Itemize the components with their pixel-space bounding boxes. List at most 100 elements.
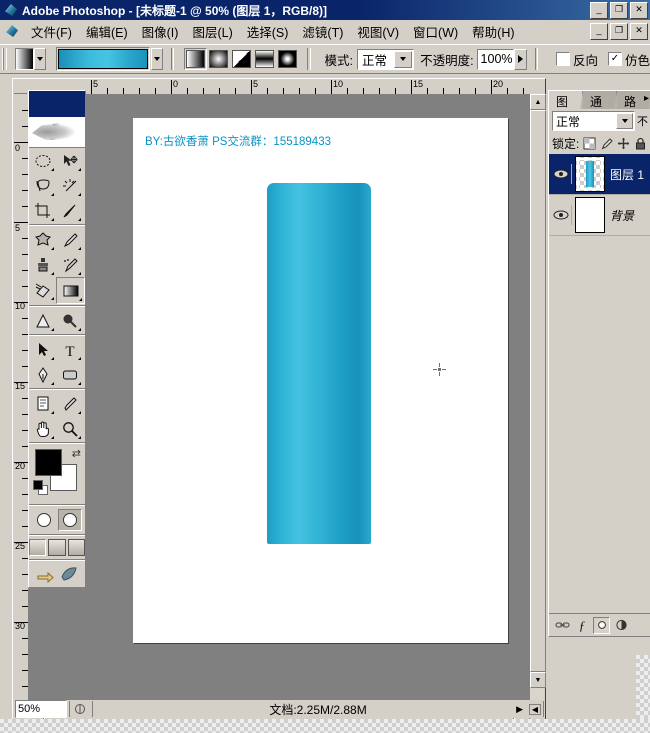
gradient-preset-picker[interactable] (56, 47, 151, 71)
blur-tool[interactable] (29, 308, 56, 333)
healing-brush-tool[interactable] (29, 227, 56, 252)
dither-checkbox[interactable]: ✓ (608, 52, 622, 66)
path-selection-tool[interactable] (29, 337, 56, 362)
preview-proxy-icon[interactable] (69, 701, 90, 717)
eraser-tool[interactable] (29, 277, 56, 302)
gradient-preview-swatch[interactable] (58, 49, 149, 69)
menu-item-help[interactable]: 帮助(H) (465, 20, 521, 43)
current-tool-icon[interactable] (15, 48, 35, 70)
vertical-ruler[interactable]: 0 5 10 15 20 25 30 35 (14, 94, 29, 704)
standard-screen-mode-button[interactable] (29, 539, 47, 556)
photoshop-leaf-icon[interactable] (59, 565, 79, 583)
eyedropper-tool[interactable] (56, 391, 83, 416)
opacity-slider-button[interactable] (513, 48, 527, 70)
zoom-level-input[interactable]: 50% (15, 700, 67, 718)
lock-all-icon[interactable] (634, 137, 647, 150)
jump-to-imageready-icon[interactable] (36, 565, 56, 584)
reverse-checkbox[interactable] (555, 52, 570, 66)
layer-blend-chevron-down-icon[interactable] (616, 113, 633, 129)
foreground-color-swatch[interactable] (35, 449, 62, 476)
menu-item-filter[interactable]: 滤镜(T) (295, 20, 350, 43)
full-screen-menubar-mode-button[interactable] (48, 539, 66, 556)
shape-tool[interactable] (56, 362, 83, 387)
slice-tool[interactable] (56, 198, 83, 223)
tab-channels[interactable]: 通道 (583, 91, 617, 109)
reverse-checkbox-row[interactable]: 反向 (555, 50, 598, 69)
brush-tool[interactable] (56, 227, 83, 252)
menu-item-select[interactable]: 选择(S) (240, 20, 296, 43)
quick-mask-mode-button[interactable] (58, 509, 82, 531)
menu-item-edit[interactable]: 编辑(E) (79, 20, 135, 43)
lock-position-icon[interactable] (617, 137, 630, 150)
table-row[interactable]: 图层 1 (549, 154, 650, 195)
marquee-tool[interactable] (29, 148, 56, 173)
options-bar-gripper[interactable] (2, 48, 8, 70)
table-row[interactable]: 背景 (549, 195, 650, 236)
layer-name[interactable]: 图层 1 (610, 166, 644, 183)
lasso-tool[interactable] (29, 173, 56, 198)
dodge-tool[interactable] (56, 308, 83, 333)
layer-name[interactable]: 背景 (610, 207, 634, 224)
full-screen-mode-button[interactable] (67, 539, 85, 556)
new-group-button[interactable] (614, 618, 629, 633)
menu-item-layer[interactable]: 图层(L) (185, 20, 239, 43)
default-colors-icon[interactable] (33, 480, 48, 495)
reflected-gradient-button[interactable] (253, 48, 277, 70)
layer-thumbnail[interactable] (575, 156, 605, 192)
tab-layers[interactable]: 图层 (549, 91, 583, 109)
layer-mask-button[interactable] (593, 616, 610, 634)
clone-stamp-tool[interactable] (29, 252, 56, 277)
gradient-cylinder-shape[interactable] (267, 183, 371, 544)
layer-blend-mode-select[interactable]: 正常 (552, 111, 635, 131)
menu-item-window[interactable]: 窗口(W) (406, 20, 465, 43)
opacity-input[interactable]: 100% (476, 48, 514, 70)
move-tool[interactable] (56, 148, 83, 173)
history-brush-tool[interactable] (56, 252, 83, 277)
scroll-up-button[interactable]: ▲ (530, 94, 546, 110)
zoom-tool[interactable] (56, 416, 83, 441)
type-tool[interactable]: T (56, 337, 83, 362)
notes-tool[interactable] (29, 391, 56, 416)
layer-thumbnail[interactable] (575, 197, 605, 233)
angle-gradient-button[interactable] (230, 48, 254, 70)
menu-item-view[interactable]: 视图(V) (350, 20, 406, 43)
layer-style-button[interactable]: ƒ (574, 618, 589, 633)
document-info[interactable]: 文档:2.25M/2.88M ▶ ◀ (92, 701, 544, 717)
dither-checkbox-row[interactable]: ✓ 仿色 (608, 50, 650, 69)
vertical-scrollbar[interactable]: ▲ ▼ (530, 94, 546, 704)
lock-image-icon[interactable] (600, 137, 614, 150)
radial-gradient-button[interactable] (207, 48, 231, 70)
status-resize-arrow-icon[interactable]: ◀ (528, 703, 541, 715)
hand-tool[interactable] (29, 416, 56, 441)
status-menu-arrow-icon[interactable]: ▶ (516, 704, 523, 715)
menu-item-file[interactable]: 文件(F) (24, 20, 79, 43)
palette-menu-icon[interactable]: ▸ (644, 93, 649, 104)
tool-preset-chevron-down-icon[interactable] (34, 48, 47, 70)
doc-close-button[interactable]: ✕ (630, 23, 648, 40)
canvas-scroll-area[interactable]: BY:古欲香萧 PS交流群：155189433 (28, 94, 530, 704)
close-button[interactable]: ✕ (630, 2, 648, 19)
scroll-down-button[interactable]: ▼ (530, 672, 546, 688)
blend-mode-select[interactable]: 正常 (357, 48, 415, 70)
layer-visibility-eye-icon[interactable] (551, 205, 572, 225)
crop-tool[interactable] (29, 198, 56, 223)
linear-gradient-button[interactable] (184, 48, 208, 70)
vertical-scroll-thumb[interactable] (530, 110, 546, 672)
document-icon[interactable] (4, 23, 20, 39)
doc-minimize-button[interactable]: _ (590, 23, 608, 40)
ruler-corner[interactable] (14, 80, 28, 94)
document-canvas[interactable]: BY:古欲香萧 PS交流群：155189433 (133, 118, 508, 643)
doc-restore-button[interactable]: ❐ (610, 23, 628, 40)
layer-visibility-eye-icon[interactable] (551, 164, 572, 184)
toolbox-title-bar[interactable] (29, 91, 85, 117)
minimize-button[interactable]: _ (590, 2, 608, 19)
standard-mode-button[interactable] (32, 509, 56, 531)
magic-wand-tool[interactable] (56, 173, 83, 198)
pen-tool[interactable] (29, 362, 56, 387)
link-layers-button[interactable] (555, 618, 570, 633)
lock-transparency-icon[interactable] (583, 137, 596, 150)
diamond-gradient-button[interactable] (276, 48, 300, 70)
menu-item-image[interactable]: 图像(I) (135, 20, 186, 43)
gradient-picker-chevron-down-icon[interactable] (151, 48, 163, 70)
horizontal-ruler[interactable]: 5 0 5 10 15 20 (27, 80, 530, 95)
